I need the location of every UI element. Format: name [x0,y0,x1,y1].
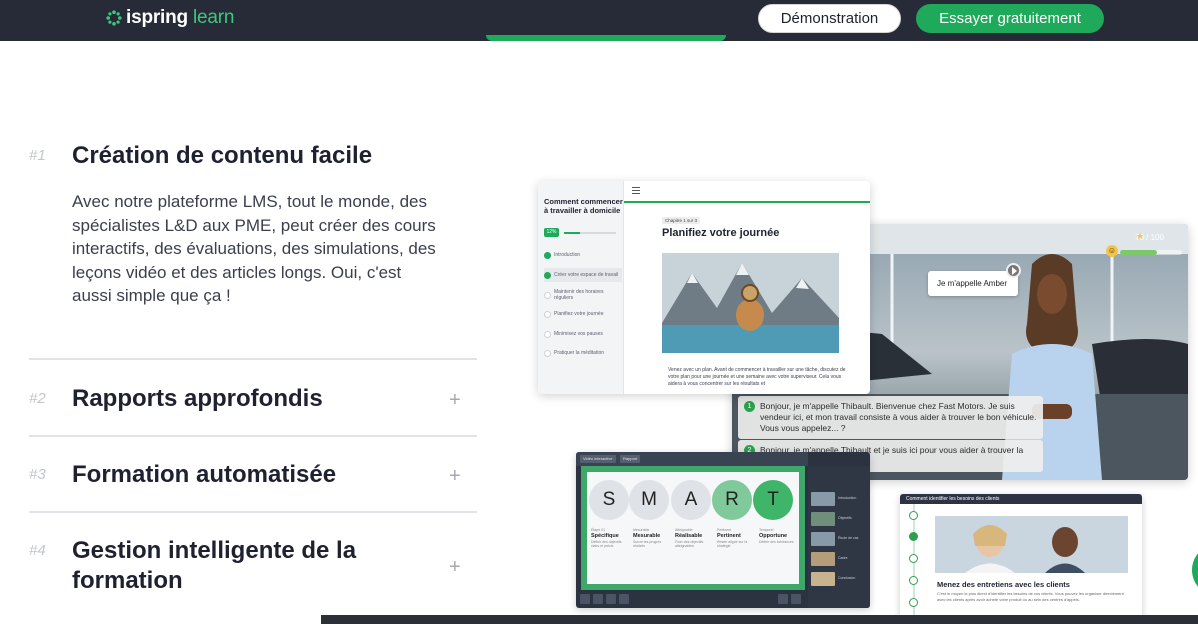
lesson-heading: Planifiez votre journée [662,227,780,239]
lesson-body: Venez avec un plan. Avant de commencer à… [668,367,846,387]
taskbar-edge [321,615,1198,624]
feature-number-3: #3 [29,466,46,483]
feature-divider [29,358,477,360]
captions-control-icon[interactable] [606,594,616,604]
slide-thumbnail[interactable] [811,532,835,546]
speaker-bubble: Je m'appelle Amber [928,271,1018,296]
expand-plus-icon[interactable]: + [449,556,461,579]
feature-description-1: Avec notre plateforme LMS, tout le monde… [72,192,436,305]
timeline-node[interactable] [909,511,918,520]
smart-toolbar: Vidéo interactive Rapport [576,452,808,466]
smart-column: Pertinent Pertinent Rester aligné sur la s… [717,528,748,548]
free-trial-button[interactable]: Essayer gratuitement [916,4,1104,33]
ispring-flower-icon [106,10,122,26]
interview-body: C'est le moyen le plus direct d'identifi… [937,591,1124,602]
smart-letter-m: M [629,480,669,520]
mountain-compass-photo [662,253,839,353]
pending-icon [544,330,551,338]
smart-goals-preview: Vidéo interactive Rapport S M A R T Étap… [576,452,870,608]
feature-title-1[interactable]: Création de contenu facile [72,141,372,171]
tag-report[interactable]: Rapport [620,455,641,463]
slide-thumbnail[interactable] [811,512,835,526]
pending-icon [544,310,551,318]
slide-thumbnail[interactable] [811,572,835,586]
play-control-icon[interactable] [580,594,590,604]
prev-control-icon[interactable] [778,594,788,604]
expand-plus-icon[interactable]: + [449,389,461,412]
slide-thumbnail[interactable] [811,492,835,506]
expand-plus-icon[interactable]: + [449,465,461,488]
smart-column: Étape 01 Spécifique Définir des objectifs … [591,528,622,548]
smart-letter-a: A [671,480,711,520]
feature-title-3[interactable]: Formation automatisée [72,460,336,490]
feature-divider [29,435,477,437]
option-number: 1 [744,401,755,412]
course-preview: Comment commencer à travailler à domicil… [538,181,870,394]
timeline-node[interactable] [909,598,918,607]
pending-icon [544,349,551,357]
star-icon: ★ [1136,231,1145,241]
smiley-emoji-icon: ☺ [1106,245,1118,257]
skip-control-icon[interactable] [593,594,603,604]
feature-number-1: #1 [29,147,46,164]
check-icon [544,251,551,259]
course-item[interactable]: Minimisez vos pauses [544,327,622,341]
interview-title: Menez des entretiens avec les clients [937,580,1070,589]
client-interview-preview: Comment identifier les besoins des clien… [900,494,1142,619]
smart-letter-s: S [589,480,629,520]
play-audio-icon[interactable] [1006,263,1021,278]
check-icon [544,271,551,279]
feature-divider [29,511,477,513]
smart-letter-t: T [753,480,793,520]
interview-header: Comment identifier les besoins des clien… [900,494,1142,504]
logo-text-main: ispring [126,7,188,28]
smart-column: Mesurable Mesurable Suivre les progrès réa… [633,528,662,548]
feature-title-4[interactable]: Gestion intelligente de la formation [72,536,432,596]
smart-column: Atteignable Réalisable Fixer des objectifs… [675,528,704,548]
chat-widget-edge[interactable] [1192,544,1198,596]
slide-thumbnails: Introduction Objectifs Étude de cas Cadr… [808,466,870,608]
course-item[interactable]: Créer votre espace de travail [544,268,622,282]
course-item[interactable]: Pratiquer la méditation [544,346,622,360]
feature-number-2: #2 [29,390,46,407]
feature-title-2[interactable]: Rapports approfondis [72,384,323,414]
course-item[interactable]: Maintenir des horaires réguliers [544,288,622,302]
smart-slide: S M A R T Étape 01 Spécifique Définir des … [581,466,805,590]
pending-icon [544,291,551,299]
settings-control-icon[interactable] [619,594,629,604]
option-text: Bonjour, je m'appelle Thibault. Bienvenu… [760,401,1037,433]
interview-photo [935,516,1128,573]
chapter-chip: Chapitre 1 sur 3 [662,217,701,224]
course-title: Comment commencer à travailler à domicil… [544,197,623,215]
green-tab-edge [486,35,726,41]
course-item[interactable]: Planifiez votre journée [544,307,622,321]
dialogue-option-1[interactable]: 1 Bonjour, je m'appelle Thibault. Bienve… [738,396,1043,439]
smart-slide-inner: S M A R T Étape 01 Spécifique Définir des … [587,472,799,584]
course-item[interactable]: Introduction [544,248,622,262]
demo-button[interactable]: Démonstration [758,4,901,33]
timeline-node[interactable] [909,554,918,563]
feature-number-4: #4 [29,542,46,559]
smart-letter-r: R [712,480,752,520]
timeline-node[interactable] [909,532,918,541]
timeline-node[interactable] [909,576,918,585]
smart-column: Temporel Opportune Définir des échéances [759,528,794,544]
score-progress-bar [1120,250,1182,255]
ispring-learn-logo[interactable]: ispring learn [106,7,234,29]
next-control-icon[interactable] [791,594,801,604]
course-progress-badge: 12% [544,228,559,237]
slide-thumbnail[interactable] [811,552,835,566]
menu-icon[interactable] [632,187,640,194]
logo-text-sub: learn [192,7,235,28]
tag-interactive-video[interactable]: Vidéo interactive [580,455,616,463]
course-sidebar: Comment commencer à travailler à domicil… [538,181,624,394]
course-progress-bar [564,232,616,234]
course-toolbar [624,181,870,203]
